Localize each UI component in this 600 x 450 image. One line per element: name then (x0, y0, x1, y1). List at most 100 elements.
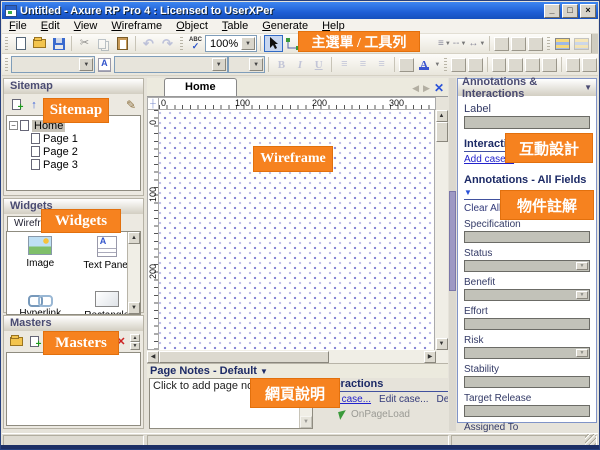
align-right-button[interactable]: ≡ (372, 56, 391, 73)
line-weight-dropdown[interactable]: ≡▼ (437, 35, 452, 52)
scroll-up-icon[interactable]: ▲ (128, 232, 140, 244)
dropdown-icon[interactable]: ▼ (584, 83, 592, 92)
scroll-down-icon[interactable]: ▼ (128, 302, 140, 314)
menu-wireframe[interactable]: Wireframe (104, 19, 169, 33)
widget-image[interactable]: Image (11, 236, 69, 288)
scroll-left-icon[interactable]: ◀ (147, 351, 159, 363)
canvas-horizontal-scrollbar[interactable]: ◀ ▶ (147, 350, 448, 363)
onpageload-event[interactable]: OnPageLoad (339, 409, 448, 420)
send-back-button[interactable] (508, 58, 523, 72)
toolbar-overflow-strip[interactable] (591, 34, 598, 53)
redo-button[interactable]: ↷ (158, 35, 177, 52)
widgets-scrollbar[interactable]: ▲ ▼ (127, 232, 140, 314)
tree-item-page1[interactable]: Page 1 (9, 132, 138, 145)
tree-item-page3[interactable]: Page 3 (9, 158, 138, 171)
next-tab-icon[interactable]: ▶ (423, 83, 430, 94)
align-bottom-button[interactable] (528, 37, 543, 51)
edit-case-link[interactable]: Edit case... (379, 394, 428, 405)
open-master-button[interactable] (7, 334, 25, 350)
menu-file[interactable]: File (2, 19, 34, 33)
group-button[interactable] (451, 58, 466, 72)
edit-page-button[interactable]: ✎ (122, 97, 140, 113)
widget-hyperlink[interactable]: Hyperlink (11, 288, 69, 315)
cut-button[interactable]: ✂ (75, 35, 94, 52)
resize-grip[interactable] (585, 434, 596, 445)
dropdown-icon[interactable]: ▼ (464, 188, 472, 197)
annotations-panel-header[interactable]: Annotations & Interactions ▼ (458, 79, 596, 96)
stability-input[interactable] (464, 376, 590, 388)
add-master-button[interactable] (25, 334, 43, 350)
font-style-combobox[interactable]: ▼ (114, 56, 228, 73)
delete-case-link[interactable]: Delete case... (437, 394, 449, 405)
masters-overflow[interactable]: ▲ ▼ (130, 334, 140, 350)
bullet-list-button[interactable] (399, 58, 414, 72)
table-insert-button[interactable] (572, 35, 591, 52)
open-button[interactable] (30, 35, 49, 52)
scrollbar-thumb[interactable] (436, 122, 448, 142)
table-button[interactable] (553, 35, 572, 52)
select-arrow-icon[interactable]: ▼ (576, 291, 588, 299)
spellcheck-button[interactable]: ABC ✓ (186, 35, 205, 52)
canvas-vertical-scrollbar[interactable]: ▲ ▼ (435, 110, 448, 350)
italic-button[interactable]: I (291, 56, 310, 73)
minimize-button[interactable]: _ (544, 4, 560, 18)
font-family-combobox[interactable]: ▼ (11, 56, 95, 73)
menu-table[interactable]: Table (215, 19, 255, 33)
move-page-up-button[interactable]: ↑ (25, 97, 43, 113)
dropdown-icon[interactable]: ▼ (260, 367, 268, 376)
prev-tab-icon[interactable]: ◀ (412, 83, 419, 94)
benefit-select[interactable]: ▼ (464, 289, 590, 301)
scroll-down-icon[interactable]: ▼ (436, 338, 448, 350)
copy-button[interactable] (94, 35, 113, 52)
page-notes-header[interactable]: Page Notes - Default ▼ (147, 363, 448, 378)
collapse-icon[interactable]: − (9, 121, 18, 130)
undo-button[interactable]: ↶ (139, 35, 158, 52)
status-select[interactable]: ▼ (464, 260, 590, 272)
target-release-input[interactable] (464, 405, 590, 417)
new-button[interactable] (11, 35, 30, 52)
bring-forward-button[interactable] (525, 58, 540, 72)
combo-arrow-icon[interactable]: ▼ (241, 37, 255, 50)
underline-button[interactable]: U (309, 56, 328, 73)
menu-view[interactable]: View (67, 19, 105, 33)
align-center-button[interactable]: ≡ (354, 56, 373, 73)
scroll-up-icon[interactable]: ▲ (436, 110, 448, 122)
zoom-combobox[interactable]: 100% ▼ (205, 35, 257, 52)
add-page-button[interactable] (7, 97, 25, 113)
font-props-button[interactable] (95, 56, 114, 73)
rotate-right-button[interactable] (582, 58, 597, 72)
arrow-style-dropdown[interactable]: ↔▼ (467, 35, 486, 52)
scroll-right-icon[interactable]: ▶ (424, 351, 436, 363)
send-backward-button[interactable] (542, 58, 557, 72)
rotate-left-button[interactable] (566, 58, 581, 72)
select-arrow-icon[interactable]: ▼ (576, 349, 588, 357)
select-arrow-icon[interactable]: ▼ (576, 262, 588, 270)
close-button[interactable]: × (580, 4, 596, 18)
chevron-up-icon[interactable]: ▲ (130, 334, 140, 342)
maximize-button[interactable]: □ (562, 4, 578, 18)
tab-home[interactable]: Home (164, 78, 237, 96)
close-tab-icon[interactable]: ✕ (434, 81, 444, 95)
align-middle-button[interactable] (511, 37, 526, 51)
bold-button[interactable]: B (272, 56, 291, 73)
menu-object[interactable]: Object (169, 19, 215, 33)
font-size-combobox[interactable]: ▼ (228, 56, 265, 73)
bring-front-button[interactable] (492, 58, 507, 72)
line-style-dropdown[interactable]: --▼ (452, 35, 468, 52)
align-left-button[interactable]: ≡ (335, 56, 354, 73)
chevron-down-icon[interactable]: ▼ (130, 342, 140, 350)
save-button[interactable] (49, 35, 68, 52)
risk-select[interactable]: ▼ (464, 347, 590, 359)
font-color-dropdown[interactable]: ▼ (433, 56, 441, 73)
effort-input[interactable] (464, 318, 590, 330)
font-color-button[interactable]: A (415, 56, 434, 73)
right-panel-scrollbar[interactable] (449, 78, 456, 431)
menu-edit[interactable]: Edit (34, 19, 67, 33)
align-top-button[interactable] (494, 37, 509, 51)
pointer-tool-button[interactable] (264, 35, 283, 52)
paste-button[interactable] (113, 35, 132, 52)
specification-input[interactable] (464, 231, 590, 243)
scrollbar-thumb[interactable] (159, 351, 329, 363)
scrollbar-thumb[interactable] (449, 191, 456, 291)
masters-list[interactable] (6, 352, 141, 426)
